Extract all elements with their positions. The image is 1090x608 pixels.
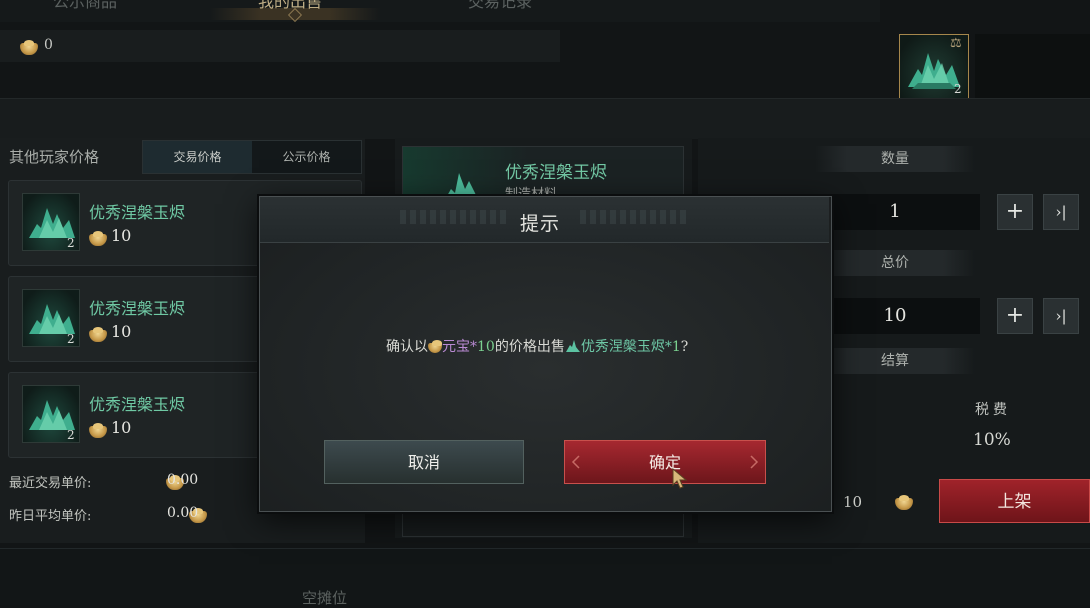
confirm-button[interactable]: 确定 [564,440,766,484]
tab-trade-price[interactable]: 交易价格 [143,141,252,173]
gold-ingot-icon [89,327,107,342]
quantity-input[interactable]: 1 [810,194,980,230]
selected-item-name: 优秀涅槃玉烬 [505,163,607,183]
tab-public-goods[interactable]: 公示商品 [30,0,140,16]
item-price: 10 [111,322,132,341]
total-price-header: 总价 [815,250,975,276]
scale-icon[interactable]: ⚖ [950,36,962,51]
title-ornament-left [400,210,510,224]
tax-label: 税费 [975,402,1011,418]
tax-value: 10% [973,430,1011,450]
item-count: 2 [67,332,75,346]
recent-price-value: 0.00 [167,472,199,488]
settlement-amount: 10 [843,493,863,511]
tab-my-sales[interactable]: 我的出售 [235,0,345,16]
dialog-message: 确认以 元宝*10的价格出售 优秀涅槃玉烬*1? [386,336,688,357]
tab-trade-records[interactable]: 交易记录 [445,0,555,16]
title-ornament-right [580,210,690,224]
dialog-title: 提示 [520,213,561,235]
yesterday-avg-value: 0.00 [167,505,199,521]
total-max-button[interactable]: ›| [1043,298,1079,334]
stall-slots-bar [0,548,1090,605]
msg-prefix: 确认以 [386,339,428,355]
currency-amount: 0 [44,37,53,53]
item-price: 10 [111,226,132,245]
msg-amount: 10 [477,339,495,355]
msg-middle: 的价格出售 [494,339,565,355]
content-header-band [0,98,1090,139]
tab-public-price[interactable]: 公示价格 [252,141,361,173]
price-tabs: 交易价格 公示价格 [142,140,362,174]
mouse-cursor-icon [672,468,688,489]
top-item-count: 2 [954,82,962,96]
top-right-slots [975,34,1090,98]
crystal-icon [565,339,581,357]
item-count: 2 [67,236,75,250]
list-item-button[interactable]: 上架 [939,479,1090,523]
msg-times2: * [664,339,672,355]
other-players-title: 其他玩家价格 [9,148,100,166]
item-name: 优秀涅槃玉烬 [89,395,186,414]
msg-suffix: ? [680,339,689,355]
gold-ingot-icon [89,423,107,438]
item-name: 优秀涅槃玉烬 [89,203,186,222]
chevron-right-icon [750,455,759,469]
gold-ingot-icon [89,231,107,246]
gold-ingot-icon [428,340,442,353]
msg-item: 优秀涅槃玉烬 [580,339,665,355]
item-count: 2 [67,428,75,442]
msg-currency: 元宝 [442,339,470,355]
yesterday-avg-label: 昨日平均单价: [9,509,92,524]
currency-bar [0,30,560,62]
total-plus-button[interactable]: + [997,298,1033,334]
settlement-header: 结算 [815,348,975,374]
item-name: 优秀涅槃玉烬 [89,299,186,318]
total-price-input[interactable]: 10 [810,298,980,334]
item-price: 10 [111,418,132,437]
cancel-button[interactable]: 取消 [324,440,524,484]
msg-times: * [470,339,477,355]
empty-stall-label: 空摊位 [302,589,348,607]
msg-qty: 1 [671,339,681,355]
item-detail-footer [402,508,684,537]
recent-price-label: 最近交易单价: [9,476,92,491]
quantity-header: 数量 [815,146,975,172]
quantity-plus-button[interactable]: + [997,194,1033,230]
chevron-left-icon [571,455,580,469]
quantity-max-button[interactable]: ›| [1043,194,1079,230]
